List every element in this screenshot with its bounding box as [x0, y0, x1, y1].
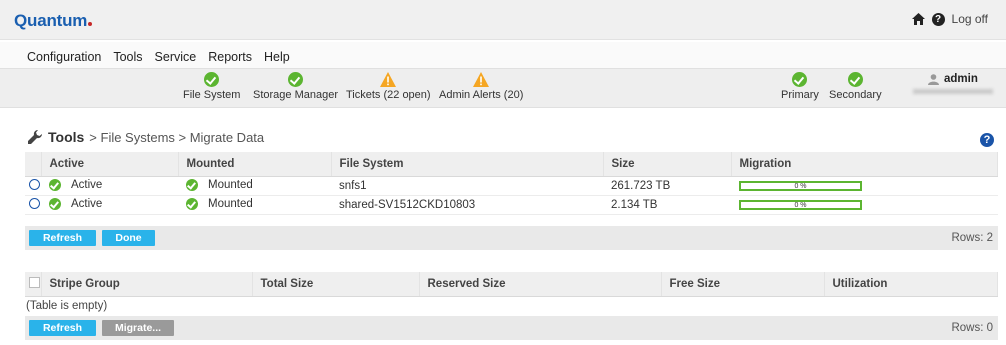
row-count: Rows: 0	[951, 322, 993, 334]
status-storage-manager[interactable]: Storage Manager	[253, 72, 338, 101]
refresh-button[interactable]: Refresh	[29, 320, 96, 336]
column-active[interactable]: Active	[41, 152, 179, 177]
user-name: admin	[944, 73, 978, 85]
row-select-radio[interactable]	[29, 197, 40, 209]
status-primary[interactable]: Primary	[781, 72, 819, 101]
menu-service[interactable]: Service	[155, 50, 197, 64]
row-count: Rows: 2	[951, 232, 993, 244]
menu-help[interactable]: Help	[264, 50, 290, 64]
page-title: Tools	[48, 129, 85, 145]
file-system-size: 2.134 TB	[603, 195, 731, 215]
help-icon[interactable]: ?	[931, 12, 945, 26]
menu-tools[interactable]: Tools	[113, 50, 142, 64]
menu-bar: Configuration Tools Service Reports Help	[0, 42, 1006, 68]
ok-icon	[186, 198, 198, 211]
select-column-header	[25, 152, 42, 177]
status-file-system[interactable]: File System	[183, 72, 240, 101]
menu-configuration[interactable]: Configuration	[27, 50, 101, 64]
column-reserved-size[interactable]: Reserved Size	[419, 272, 662, 297]
file-system-name: snfs1	[331, 176, 603, 196]
top-bar: Quantum ? Log off	[0, 0, 1006, 40]
stripe-groups-table: Stripe Group Total Size Reserved Size Fr…	[25, 272, 998, 297]
breadcrumb-path: > File Systems > Migrate Data	[89, 129, 265, 145]
select-all-checkbox[interactable]	[29, 276, 40, 288]
ok-icon	[49, 198, 61, 211]
file-systems-footer: Refresh Done Rows: 2	[25, 226, 998, 250]
column-mounted[interactable]: Mounted	[178, 152, 332, 177]
migration-progress-bar: 0 %	[739, 180, 862, 191]
file-system-name: shared-SV1512CKD10803	[331, 195, 603, 215]
warning-icon	[473, 72, 490, 87]
column-size[interactable]: Size	[603, 152, 732, 177]
logoff-link[interactable]: Log off	[952, 12, 988, 26]
menu-reports[interactable]: Reports	[208, 50, 252, 64]
column-migration[interactable]: Migration	[731, 152, 998, 177]
ok-icon	[186, 179, 198, 192]
table-row[interactable]: Active Mounted snfs1 261.723 TB 0 %	[25, 176, 998, 196]
migrate-button[interactable]: Migrate...	[102, 320, 174, 336]
status-bar: File System Storage Manager Tickets (22 …	[0, 68, 1006, 108]
file-systems-table: Active Mounted File System Size Migratio…	[25, 152, 998, 215]
refresh-button[interactable]: Refresh	[29, 230, 96, 246]
empty-table-message: (Table is empty)	[26, 300, 108, 312]
breadcrumb: Tools > File Systems > Migrate Data	[27, 129, 264, 145]
wrench-icon	[28, 129, 43, 144]
top-right-links: ? Log off	[911, 12, 988, 26]
column-file-system[interactable]: File System	[331, 152, 604, 177]
help-icon[interactable]: ?	[980, 133, 994, 147]
ok-icon	[49, 179, 61, 192]
ok-icon	[792, 72, 808, 87]
column-free-size[interactable]: Free Size	[661, 272, 825, 297]
ok-icon	[288, 72, 303, 87]
table-row[interactable]: Active Mounted shared-SV1512CKD10803 2.1…	[25, 195, 998, 215]
status-admin-alerts[interactable]: Admin Alerts (20)	[439, 72, 523, 101]
redacted-text	[913, 89, 993, 94]
status-secondary[interactable]: Secondary	[829, 72, 882, 101]
column-stripe-group[interactable]: Stripe Group	[41, 272, 253, 297]
row-select-radio[interactable]	[29, 178, 40, 190]
warning-icon	[380, 72, 397, 87]
done-button[interactable]: Done	[102, 230, 155, 246]
file-system-size: 261.723 TB	[603, 176, 731, 196]
ok-icon	[847, 72, 863, 87]
column-total-size[interactable]: Total Size	[252, 272, 420, 297]
column-utilization[interactable]: Utilization	[824, 272, 998, 297]
home-icon[interactable]	[911, 13, 925, 25]
user-icon	[928, 74, 939, 85]
ok-icon	[204, 72, 220, 87]
status-tickets[interactable]: Tickets (22 open)	[346, 72, 431, 101]
stripe-groups-footer: Refresh Migrate... Rows: 0	[25, 316, 998, 340]
migration-progress-bar: 0 %	[739, 199, 862, 210]
quantum-logo[interactable]: Quantum	[14, 11, 93, 31]
